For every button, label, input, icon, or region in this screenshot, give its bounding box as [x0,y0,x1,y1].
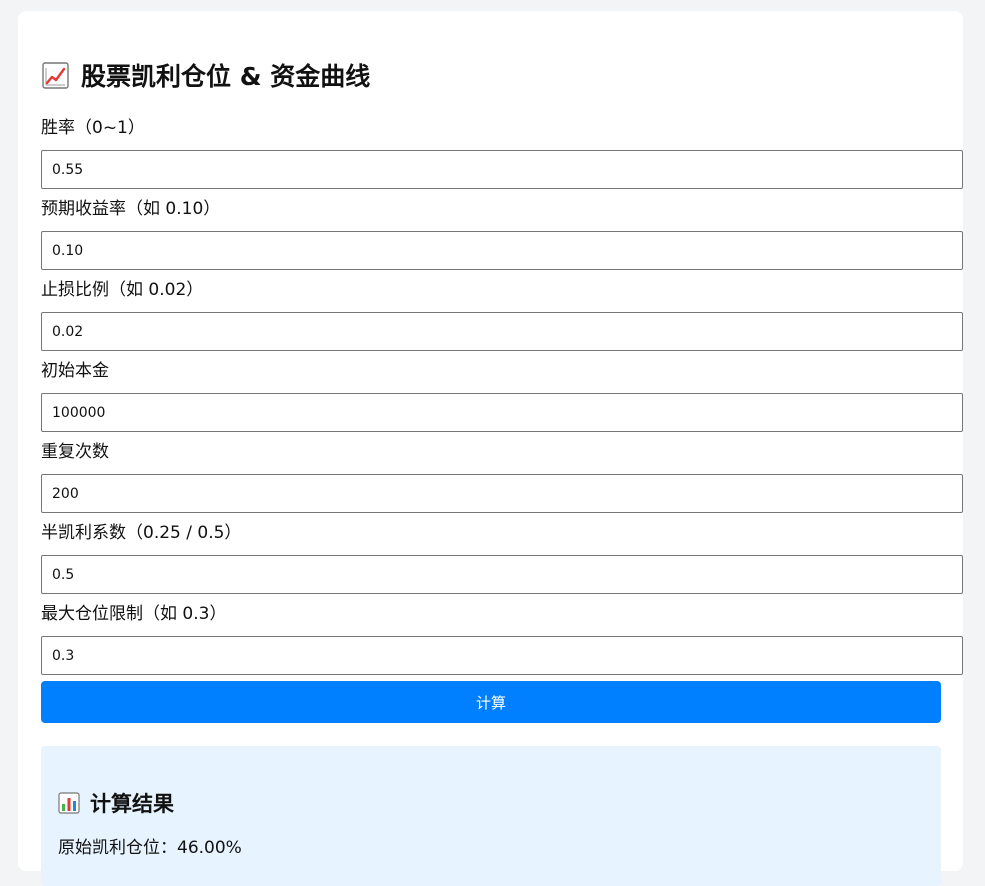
initial-capital-input[interactable] [41,393,963,432]
page-title: 股票凯利仓位 & 资金曲线 [42,55,370,95]
max-position-input[interactable] [41,636,963,675]
calculator-card: 股票凯利仓位 & 资金曲线 胜率（0~1） 预期收益率（如 0.10） 止损比例… [18,11,963,886]
page-title-text: 股票凯利仓位 & 资金曲线 [81,62,371,91]
half-kelly-label: 半凯利系数（0.25 / 0.5） [41,523,242,543]
bar-chart-icon [58,792,80,814]
win-rate-input[interactable] [41,150,963,189]
stop-loss-input[interactable] [41,312,963,351]
half-kelly-input[interactable] [41,555,963,594]
raw-kelly-position: 原始凯利仓位：46.00% [58,838,242,858]
repeat-count-input[interactable] [41,474,963,513]
chart-increasing-icon [42,61,69,89]
expected-return-label: 预期收益率（如 0.10） [41,199,221,219]
initial-capital-label: 初始本金 [41,361,109,381]
win-rate-label: 胜率（0~1） [41,118,145,138]
result-title-text: 计算结果 [90,792,174,816]
expected-return-input[interactable] [41,231,963,270]
stop-loss-label: 止损比例（如 0.02） [41,280,204,300]
result-panel: 计算结果 原始凯利仓位：46.00% [41,746,941,886]
max-position-label: 最大仓位限制（如 0.3） [41,604,227,624]
result-title: 计算结果 [58,788,174,818]
calculate-button[interactable]: 计算 [41,681,941,723]
repeat-count-label: 重复次数 [41,442,109,462]
